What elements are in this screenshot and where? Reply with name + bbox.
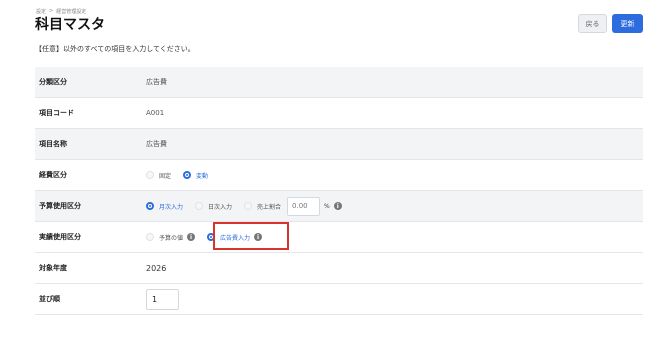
row-name: 項目名称 広告費 [35,129,643,160]
row-year: 対象年度 2026 [35,253,643,284]
radio-monthly[interactable]: 月次入力 [146,202,183,211]
back-button[interactable]: 戻る [578,14,607,33]
info-icon[interactable]: i [333,202,342,210]
radio-sales-ratio-label: 売上割合 [257,203,282,211]
order-input[interactable]: 1 [146,288,179,310]
year-label: 対象年度 [39,264,67,272]
update-button[interactable]: 更新 [612,14,643,33]
radio-fixed-label: 固定 [159,172,172,180]
form-notice: 【任意】以外のすべての項目を入力してください。 [35,45,195,53]
radio-circle-icon [195,202,204,210]
percent-unit: % [324,202,330,210]
radio-sales-ratio[interactable]: 売上割合 [244,202,281,211]
category-label: 分類区分 [39,78,67,86]
radio-budget-value[interactable]: 予算の値 [146,233,183,242]
radio-daily-label: 日次入力 [208,203,233,211]
radio-variable[interactable]: 変動 [183,171,208,180]
radio-monthly-label: 月次入力 [159,203,184,211]
page-title: 科目マスタ [35,17,105,33]
radio-fixed[interactable]: 固定 [146,171,171,180]
row-budget-type: 予算使用区分 月次入力 日次入力 売上割合 0.00 % i [35,191,643,222]
code-label: 項目コード [39,109,74,117]
category-value: 広告費 [146,78,167,86]
account-form: 分類区分 広告費 項目コード A001 項目名称 広告費 経費区分 固定 変動 … [35,67,643,315]
radio-daily[interactable]: 日次入力 [195,202,232,211]
expense-type-label: 経費区分 [39,171,67,179]
radio-variable-label: 変動 [196,172,209,180]
row-expense-type: 経費区分 固定 変動 [35,160,643,191]
radio-budget-value-label: 予算の値 [159,234,184,242]
radio-circle-icon [146,233,154,241]
name-label: 項目名称 [39,140,67,148]
year-value: 2026 [146,263,167,273]
row-category: 分類区分 広告費 [35,67,643,98]
order-label: 並び順 [39,295,60,303]
name-value: 広告費 [146,140,167,148]
radio-selected-icon [146,202,154,210]
radio-selected-icon [183,171,192,179]
order-value-wrap: 1 [146,284,179,314]
highlight-box [213,222,289,250]
row-actual-type: 実績使用区分 予算の値 i 広告費入力 i [35,222,643,253]
sales-ratio-input[interactable]: 0.00 [287,196,321,216]
radio-circle-icon [146,171,154,179]
code-value: A001 [146,109,165,117]
row-order: 並び順 1 [35,284,643,315]
info-icon[interactable]: i [187,233,196,241]
actual-type-label: 実績使用区分 [39,233,81,241]
row-code: 項目コード A001 [35,98,643,129]
budget-type-options: 月次入力 日次入力 売上割合 0.00 % i [146,191,342,221]
budget-type-label: 予算使用区分 [39,202,81,210]
radio-circle-icon [244,202,253,210]
expense-type-options: 固定 変動 [146,160,220,190]
